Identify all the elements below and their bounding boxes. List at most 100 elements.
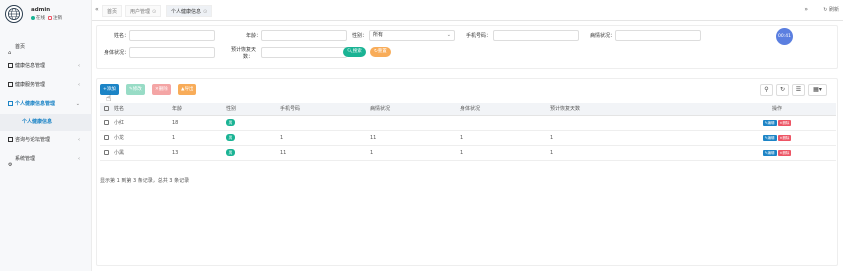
sidebar-item-label: 个人健康信息管理 bbox=[15, 101, 56, 107]
columns-button[interactable]: ▦▾ bbox=[808, 84, 827, 96]
col-body[interactable]: 身体状况 bbox=[456, 103, 546, 116]
delete-button[interactable]: ✕删除 bbox=[152, 84, 171, 95]
col-recovery[interactable]: 预计恢复天数 bbox=[546, 103, 718, 116]
close-icon[interactable]: ⊙ bbox=[152, 9, 156, 15]
reset-button[interactable]: ↻重置 bbox=[370, 47, 391, 57]
gear-icon: ⚙ bbox=[8, 162, 13, 168]
refresh-button[interactable]: ↻ 刷新 bbox=[823, 6, 839, 13]
gender-badge: 男 bbox=[226, 149, 235, 156]
chevron-left-icon: ‹ bbox=[78, 63, 80, 69]
table-row: 小红 18 男 ✎编辑 ✕删除 bbox=[100, 115, 836, 131]
row-checkbox[interactable] bbox=[104, 135, 109, 140]
refresh-icon: ↻ bbox=[779, 86, 786, 93]
sidebar-item-system[interactable]: ⚙系统管理 ‹ bbox=[0, 150, 92, 169]
col-age[interactable]: 年龄 bbox=[168, 103, 222, 116]
close-icon[interactable]: ⊙ bbox=[203, 9, 207, 15]
row-edit-button[interactable]: ✎编辑 bbox=[762, 119, 777, 126]
col-name[interactable]: 姓名 bbox=[100, 103, 168, 116]
gender-badge: 男 bbox=[226, 134, 235, 141]
gender-select[interactable]: 所有 ⌄ bbox=[369, 30, 455, 41]
cell-recovery: 1 bbox=[546, 130, 718, 146]
user-status: 在线 注销 bbox=[31, 15, 62, 21]
export-button[interactable]: ▲导出 bbox=[178, 84, 197, 95]
search-button-label: 搜索 bbox=[352, 49, 362, 54]
sidebar: admin 在线 注销 ⌂首页 健康信息管理 ‹ 健康服务管理 ‹ 个人健康信息管理 ⌄… bbox=[0, 0, 92, 271]
refresh-icon: ↻ bbox=[823, 7, 828, 13]
col-gender[interactable]: 性别 bbox=[222, 103, 276, 116]
scroll-right-icon[interactable]: » bbox=[804, 6, 808, 13]
cell-body: 1 bbox=[456, 145, 546, 161]
name-input[interactable] bbox=[129, 30, 215, 41]
row-delete-button[interactable]: ✕删除 bbox=[777, 134, 792, 141]
chevron-down-icon: ▾ bbox=[818, 86, 822, 93]
cell-name-text: 小龙 bbox=[114, 135, 125, 141]
add-button-label: 添加 bbox=[106, 87, 116, 92]
row-edit-button[interactable]: ✎编辑 bbox=[762, 149, 777, 156]
row-edit-button[interactable]: ✎编辑 bbox=[762, 134, 777, 141]
col-phone[interactable]: 手机号码 bbox=[276, 103, 366, 116]
select-all-checkbox[interactable] bbox=[104, 106, 109, 112]
row-delete-label: 删除 bbox=[782, 120, 790, 125]
sidebar-item-consult[interactable]: 咨询与论坛管理 ‹ bbox=[0, 131, 92, 150]
disease-input[interactable] bbox=[615, 30, 701, 41]
tab-label: 用户管理 bbox=[130, 9, 151, 15]
tab-home[interactable]: 首页 bbox=[102, 5, 123, 17]
search-panel: 姓名： 年龄： 性别： 所有 ⌄ 手机号码： 病情状况： 身体状况： 预计恢复天数… bbox=[96, 25, 838, 69]
sidebar-item-label: 健康信息管理 bbox=[15, 63, 46, 69]
sidebar-item-home[interactable]: ⌂首页 bbox=[0, 38, 92, 57]
home-icon: ⌂ bbox=[8, 50, 12, 56]
data-table: 姓名 年龄 性别 手机号码 病情状况 身体状况 预计恢复天数 操作 小红 18 … bbox=[100, 103, 836, 161]
logout-icon[interactable] bbox=[48, 15, 52, 20]
sidebar-nav: ⌂首页 健康信息管理 ‹ 健康服务管理 ‹ 个人健康信息管理 ⌄ 个人健康信息 咨询与… bbox=[0, 38, 92, 169]
avatar[interactable] bbox=[5, 5, 23, 23]
sidebar-item-label: 咨询与论坛管理 bbox=[15, 137, 51, 143]
pagination-info: 显示第 1 到第 3 条记录，总共 3 条记录 bbox=[100, 178, 190, 184]
edit-button-label: 修改 bbox=[132, 87, 142, 92]
refresh-table-button[interactable]: ↻ bbox=[776, 84, 789, 96]
search-toggle-button[interactable]: ⚲ bbox=[760, 84, 773, 96]
row-delete-label: 删除 bbox=[782, 135, 790, 140]
recovery-label-line2: 数： bbox=[243, 54, 254, 60]
cell-actions: ✎编辑 ✕删除 bbox=[718, 130, 836, 146]
online-dot-icon bbox=[31, 15, 35, 20]
tab-user-mgmt[interactable]: 用户管理 ⊙ bbox=[125, 5, 162, 17]
chevron-down-icon: ⌄ bbox=[446, 32, 451, 38]
gender-badge: 男 bbox=[226, 119, 235, 126]
search-button[interactable]: 🔍︎搜索 bbox=[343, 47, 366, 57]
edit-button[interactable]: ✎修改 bbox=[126, 84, 145, 95]
row-checkbox[interactable] bbox=[104, 120, 109, 125]
sidebar-item-personal-health[interactable]: 个人健康信息管理 ⌄ bbox=[0, 95, 92, 114]
gender-label: 性别： bbox=[351, 33, 367, 39]
phone-input[interactable] bbox=[493, 30, 579, 41]
age-input[interactable] bbox=[261, 30, 347, 41]
cell-name-text: 小红 bbox=[114, 120, 125, 126]
cell-disease bbox=[366, 115, 456, 131]
col-name-label: 姓名 bbox=[114, 106, 125, 113]
row-delete-button[interactable]: ✕删除 bbox=[777, 119, 792, 126]
user-name: admin bbox=[31, 7, 51, 13]
cell-name-text: 小黑 bbox=[114, 150, 125, 156]
cell-body bbox=[456, 115, 546, 131]
sidebar-item-label: 系统管理 bbox=[15, 156, 36, 162]
name-label: 姓名： bbox=[113, 33, 129, 39]
row-edit-label: 编辑 bbox=[767, 135, 775, 140]
col-actions: 操作 bbox=[718, 103, 836, 116]
recovery-input[interactable] bbox=[261, 47, 347, 58]
tab-personal-info[interactable]: 个人健康信息 ⊙ bbox=[166, 5, 213, 17]
table-panel: +添加 ✎修改 ✕删除 ▲导出 ☝ ⚲ ↻ ☰ ▦▾ 姓名 年龄 性别 手机号码… bbox=[96, 78, 838, 266]
sidebar-item-health-info[interactable]: 健康信息管理 ‹ bbox=[0, 57, 92, 76]
cell-recovery: 1 bbox=[546, 145, 718, 161]
logout-link[interactable]: 注销 bbox=[53, 16, 62, 21]
sidebar-subitem-personal-health-info[interactable]: 个人健康信息 bbox=[0, 114, 92, 131]
toggle-view-button[interactable]: ☰ bbox=[792, 84, 805, 96]
row-delete-button[interactable]: ✕删除 bbox=[777, 149, 792, 156]
collapse-left-icon[interactable]: « bbox=[95, 6, 99, 13]
online-label: 在线 bbox=[36, 16, 45, 21]
row-checkbox[interactable] bbox=[104, 150, 109, 155]
body-input[interactable] bbox=[129, 47, 215, 58]
table-row: 小黑 13 男 11 1 1 1 ✎编辑 ✕删除 bbox=[100, 145, 836, 161]
sidebar-item-health-service[interactable]: 健康服务管理 ‹ bbox=[0, 76, 92, 95]
cell-phone: 1 bbox=[276, 130, 366, 146]
cell-phone: 11 bbox=[276, 145, 366, 161]
col-disease[interactable]: 病情状况 bbox=[366, 103, 456, 116]
